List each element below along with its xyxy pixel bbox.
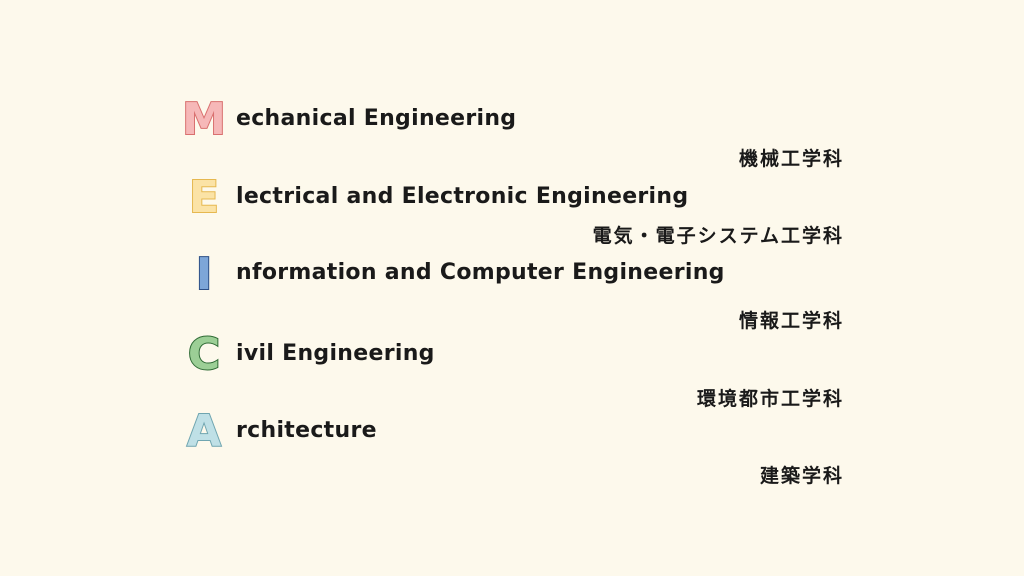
initial-c-glyph: C xyxy=(188,329,220,380)
department-name-japanese: 機械工学科 xyxy=(738,148,844,170)
initial-i-glyph: I xyxy=(196,249,212,300)
initial-letter-c: C xyxy=(180,328,228,381)
department-name-english: rchitecture xyxy=(236,418,377,443)
department-name-english: lectrical and Electronic Engineering xyxy=(236,184,689,209)
initial-a-glyph: A xyxy=(187,406,221,457)
department-name-japanese: 情報工学科 xyxy=(738,310,844,332)
initial-letter-m: M xyxy=(180,93,228,146)
department-name-english: echanical Engineering xyxy=(236,106,517,131)
initial-letter-a: A xyxy=(180,405,228,458)
initial-e-glyph: E xyxy=(189,172,219,223)
department-name-japanese: 建築学科 xyxy=(759,465,844,487)
department-name-japanese: 環境都市工学科 xyxy=(696,388,844,410)
initial-letter-i: I xyxy=(180,248,228,301)
department-name-english: ivil Engineering xyxy=(236,341,435,366)
department-name-japanese: 電気・電子システム工学科 xyxy=(592,225,844,247)
initial-letter-e: E xyxy=(180,171,228,224)
department-name-english: nformation and Computer Engineering xyxy=(236,260,725,285)
initial-m-glyph: M xyxy=(182,94,226,145)
